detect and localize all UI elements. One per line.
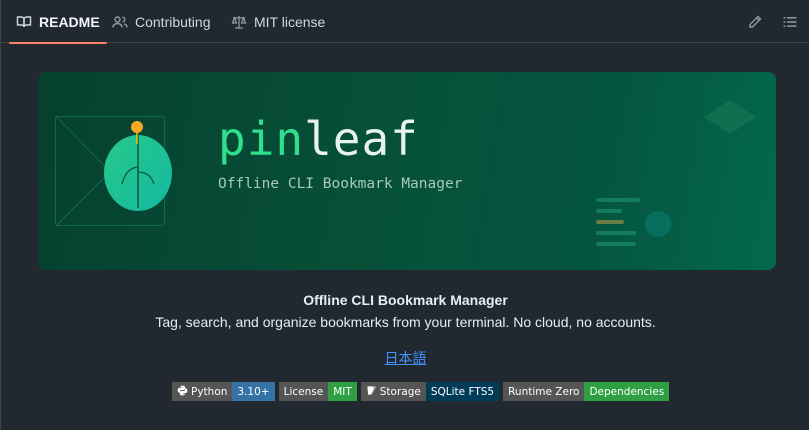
book-icon bbox=[16, 14, 32, 30]
badge-runtime-value: Dependencies bbox=[584, 382, 670, 401]
badge-license-value: MIT bbox=[328, 382, 357, 401]
badge-license[interactable]: License MIT bbox=[278, 382, 357, 401]
tab-readme-label: README bbox=[39, 13, 100, 30]
tab-readme[interactable]: README bbox=[9, 0, 107, 44]
active-tab-indicator bbox=[9, 42, 107, 44]
tab-contributing[interactable]: Contributing bbox=[112, 0, 211, 43]
badge-storage-value: SQLite FTS5 bbox=[425, 382, 500, 401]
banner-title-leaf: leaf bbox=[304, 112, 419, 166]
badge-storage[interactable]: Storage SQLite FTS5 bbox=[360, 382, 500, 401]
description-title: Offline CLI Bookmark Manager bbox=[303, 292, 508, 308]
japanese-readme-link[interactable]: 日本語 bbox=[385, 350, 427, 366]
banner-title-pin: pin bbox=[218, 112, 305, 166]
python-icon bbox=[177, 385, 188, 399]
banner-title: pinleaf bbox=[218, 109, 419, 169]
description-body: Tag, search, and organize bookmarks from… bbox=[155, 314, 656, 330]
badge-python-label: Python bbox=[191, 385, 228, 398]
tab-mit-license[interactable]: MIT license bbox=[231, 0, 325, 43]
list-icon[interactable] bbox=[780, 12, 800, 32]
badge-runtime[interactable]: Runtime Zero Dependencies bbox=[503, 382, 670, 401]
badge-license-label: License bbox=[278, 382, 329, 401]
banner-subtitle: Offline CLI Bookmark Manager bbox=[218, 176, 463, 192]
badge-python-value: 3.10+ bbox=[232, 382, 275, 401]
badge-row: Python 3.10+ License MIT Storage SQLite … bbox=[172, 382, 670, 402]
badge-python[interactable]: Python 3.10+ bbox=[172, 382, 275, 401]
project-banner: pinleaf Offline CLI Bookmark Manager bbox=[38, 72, 776, 270]
tab-mit-license-label: MIT license bbox=[254, 13, 326, 30]
badge-storage-label: Storage bbox=[379, 385, 421, 398]
people-icon bbox=[112, 14, 128, 30]
scale-icon bbox=[231, 14, 247, 30]
tab-contributing-label: Contributing bbox=[135, 13, 211, 30]
leaf-pin-logo bbox=[104, 121, 172, 211]
pencil-icon[interactable] bbox=[745, 12, 765, 32]
badge-runtime-label: Runtime Zero bbox=[503, 382, 585, 401]
sqlite-icon bbox=[366, 385, 377, 399]
readme-panel: README Contributing MIT license pinleaf … bbox=[0, 0, 809, 430]
language-link-row: 日本語 bbox=[1, 348, 809, 368]
toolbar-icons bbox=[745, 0, 800, 43]
tab-bar: README Contributing MIT license bbox=[1, 0, 809, 44]
